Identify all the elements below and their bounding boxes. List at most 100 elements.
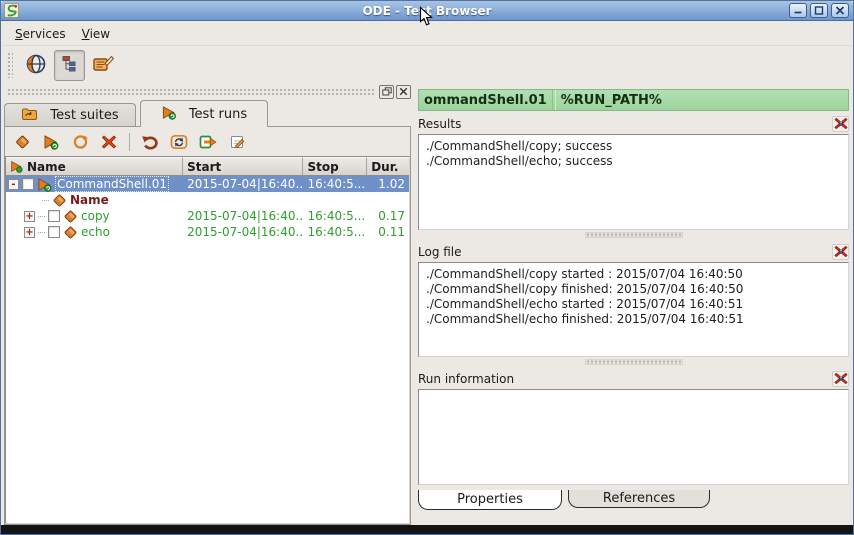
section-splitter[interactable] xyxy=(418,357,849,366)
run-icon xyxy=(161,105,177,124)
log-line: ./CommandShell/copy finished: 2015/07/04… xyxy=(426,282,841,297)
close-icon xyxy=(399,87,408,96)
dock-close-button[interactable] xyxy=(396,85,411,99)
result-line: ./CommandShell/copy; success xyxy=(426,139,841,154)
tab-label: Test suites xyxy=(50,108,118,123)
tab-test-suites[interactable]: Test suites xyxy=(4,103,136,127)
run-path: %RUN_PATH% xyxy=(556,90,667,110)
row-checkbox[interactable] xyxy=(48,226,60,238)
suite-diamond-icon xyxy=(14,134,31,150)
results-box[interactable]: ./CommandShell/copy; success ./CommandSh… xyxy=(418,134,849,230)
menu-services[interactable]: Services xyxy=(15,27,66,41)
undo-button[interactable] xyxy=(140,132,160,152)
export-icon xyxy=(199,134,217,150)
results-clear-button[interactable] xyxy=(832,116,849,132)
delete-x-icon xyxy=(101,134,117,150)
section-splitter[interactable] xyxy=(418,230,849,239)
dock-drag-handle[interactable] xyxy=(7,88,374,96)
detail-tabs: Properties References xyxy=(418,490,849,510)
row-start: 2015-07-04|16:40... xyxy=(183,209,303,223)
run-icon xyxy=(10,160,23,173)
column-header-name[interactable]: Name xyxy=(6,157,183,176)
browser-view-button[interactable] xyxy=(20,50,51,81)
row-name: CommandShell.01 xyxy=(55,176,169,192)
tab-label: Test runs xyxy=(189,107,247,122)
log-line: ./CommandShell/echo finished: 2015/07/04… xyxy=(426,312,841,327)
column-header-start[interactable]: Start xyxy=(183,157,303,176)
logfile-box[interactable]: ./CommandShell/copy started : 2015/07/04… xyxy=(418,262,849,357)
notes-button[interactable] xyxy=(88,50,119,81)
column-header-dur[interactable]: Dur. xyxy=(367,157,409,176)
table-row-commandshell[interactable]: - CommandShell.01 2015-07-04|16:40... 16… xyxy=(6,176,409,192)
runinfo-section-title: Run information xyxy=(418,372,514,386)
logfile-clear-button[interactable] xyxy=(832,244,849,260)
table-row-copy[interactable]: + copy 2015-07-04|16:40... 16:40:5... 0.… xyxy=(6,208,409,224)
maximize-button[interactable] xyxy=(810,3,828,18)
runinfo-box[interactable] xyxy=(418,389,849,485)
logfile-section-title: Log file xyxy=(418,245,462,259)
new-suite-button[interactable] xyxy=(12,132,32,152)
dock-tabs: Test suites Test runs xyxy=(4,100,411,127)
toolbar-drag-handle[interactable] xyxy=(7,52,13,78)
red-x-icon xyxy=(834,117,848,130)
undo-icon xyxy=(141,134,159,150)
browser-globe-icon xyxy=(25,53,47,78)
edit-icon xyxy=(229,134,246,150)
folder-icon xyxy=(21,107,38,125)
row-checkbox[interactable] xyxy=(48,210,60,222)
table-row-name-group[interactable]: Name xyxy=(6,192,409,208)
row-dur: 0.17 xyxy=(367,209,409,223)
tree-line xyxy=(38,232,45,233)
edit-button[interactable] xyxy=(227,132,247,152)
red-x-icon xyxy=(834,245,848,258)
table-row-echo[interactable]: + echo 2015-07-04|16:40... 16:40:5... 0.… xyxy=(6,224,409,240)
notes-edit-icon xyxy=(92,54,115,77)
expand-icon[interactable]: + xyxy=(24,227,35,238)
dock-title-bar[interactable] xyxy=(4,84,411,99)
tab-properties[interactable]: Properties xyxy=(418,490,562,510)
run-test-button[interactable] xyxy=(41,132,61,152)
tree-toolbar xyxy=(5,127,410,156)
suite-diamond-icon xyxy=(52,193,67,208)
row-stop: 16:40:5... xyxy=(303,177,367,191)
dock-float-button[interactable] xyxy=(379,85,394,99)
row-name: echo xyxy=(81,225,110,239)
row-start: 2015-07-04|16:40... xyxy=(183,177,303,191)
tab-references[interactable]: References xyxy=(568,490,710,508)
results-section-title: Results xyxy=(418,117,461,131)
runinfo-clear-button[interactable] xyxy=(832,371,849,387)
row-checkbox[interactable] xyxy=(22,178,34,190)
close-button[interactable] xyxy=(831,3,849,18)
test-runs-table: Name Start Stop Dur. - CommandShell.01 2… xyxy=(5,156,410,524)
expand-icon[interactable]: + xyxy=(24,211,35,222)
refresh-icon xyxy=(170,134,188,150)
run-header: ommandShell.01 %RUN_PATH% xyxy=(418,89,849,111)
rerun-icon xyxy=(72,134,89,150)
tree-view-icon xyxy=(60,54,80,77)
tree-view-button[interactable] xyxy=(54,50,85,81)
menu-view[interactable]: View xyxy=(82,27,110,41)
minimize-button[interactable] xyxy=(789,3,807,18)
run-icon xyxy=(43,134,59,150)
row-name: Name xyxy=(70,193,109,207)
column-header-stop[interactable]: Stop xyxy=(303,157,367,176)
window-bottom-edge xyxy=(1,525,853,534)
log-line: ./CommandShell/copy started : 2015/07/04… xyxy=(426,267,841,282)
float-icon xyxy=(382,87,392,96)
tab-test-runs[interactable]: Test runs xyxy=(140,100,268,127)
main-toolbar xyxy=(2,47,852,83)
row-name: copy xyxy=(81,209,110,223)
tree-line xyxy=(42,200,49,201)
delete-button[interactable] xyxy=(99,132,119,152)
run-name: ommandShell.01 xyxy=(419,90,552,110)
rerun-button[interactable] xyxy=(70,132,90,152)
export-button[interactable] xyxy=(198,132,218,152)
result-line: ./CommandShell/echo; success xyxy=(426,154,841,169)
app-window: ODE - Test Browser Services View xyxy=(0,0,854,535)
mouse-cursor xyxy=(419,6,433,30)
suite-diamond-icon xyxy=(63,209,78,224)
collapse-icon[interactable]: - xyxy=(8,179,19,190)
refresh-button[interactable] xyxy=(169,132,189,152)
row-stop: 16:40:5... xyxy=(304,225,368,239)
suite-diamond-icon xyxy=(63,225,78,240)
